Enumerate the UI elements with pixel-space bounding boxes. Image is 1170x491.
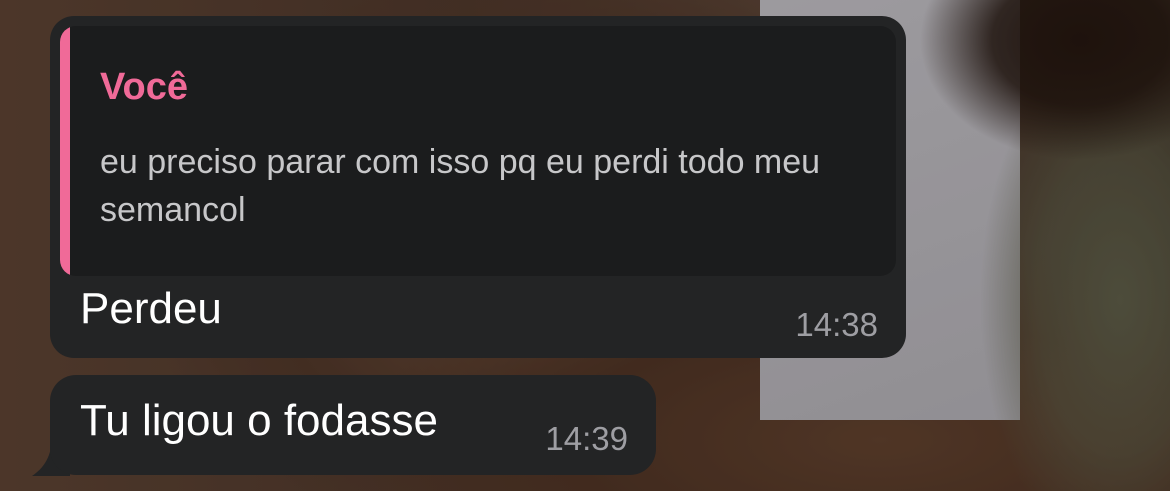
reply-quote-accent-bar (60, 26, 70, 276)
reply-quote-author: Você (100, 66, 189, 108)
message-bubble[interactable]: Tu ligou o fodasse 14:39 (50, 375, 656, 475)
message-bubble[interactable]: Você eu preciso parar com isso pq eu per… (50, 16, 906, 358)
message-timestamp: 14:39 (545, 420, 628, 457)
message-text: Tu ligou o fodasse (80, 396, 438, 445)
message-timestamp: 14:38 (795, 306, 878, 343)
reply-quote[interactable]: Você eu preciso parar com isso pq eu per… (60, 26, 896, 276)
message-text: Perdeu (80, 284, 222, 333)
reply-quote-text: eu preciso parar com isso pq eu perdi to… (100, 143, 821, 229)
